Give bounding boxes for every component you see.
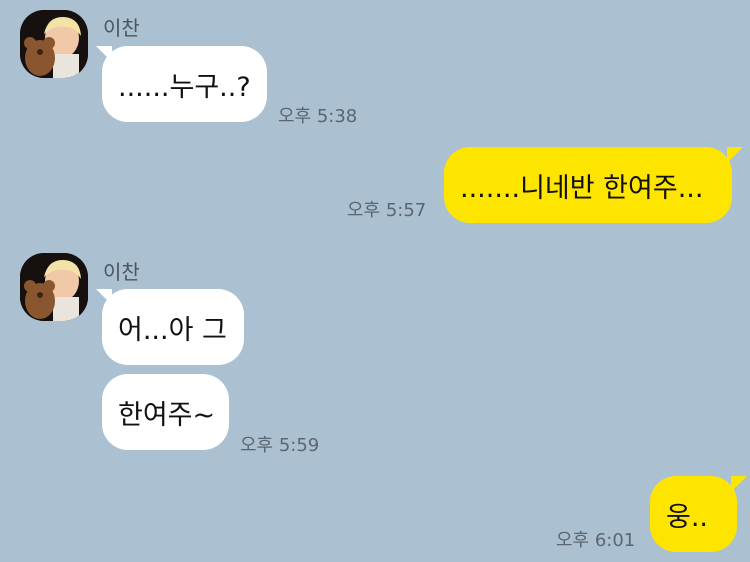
message-timestamp: 오후 5:57 — [347, 200, 427, 221]
bubble-tail — [727, 147, 743, 163]
message-bubble-outgoing[interactable]: .......니네반 한여주... — [444, 147, 732, 223]
sender-avatar[interactable] — [20, 253, 88, 321]
sender-name: 이찬 — [103, 260, 140, 284]
sender-name: 이찬 — [103, 16, 140, 40]
message-timestamp: 오후 5:59 — [240, 435, 320, 456]
message-timestamp: 오후 6:01 — [556, 530, 636, 551]
message-timestamp: 오후 5:38 — [278, 106, 358, 127]
profile-photo-icon — [20, 253, 88, 321]
profile-photo-icon — [20, 10, 88, 78]
bubble-tail — [731, 476, 747, 492]
message-bubble-incoming[interactable]: ......누구..? — [102, 46, 267, 122]
message-bubble-outgoing[interactable]: 웅.. — [650, 476, 737, 552]
message-bubble-incoming[interactable]: 어...아 그 — [102, 289, 244, 365]
message-bubble-incoming[interactable]: 한여주~ — [102, 374, 229, 450]
sender-avatar[interactable] — [20, 10, 88, 78]
